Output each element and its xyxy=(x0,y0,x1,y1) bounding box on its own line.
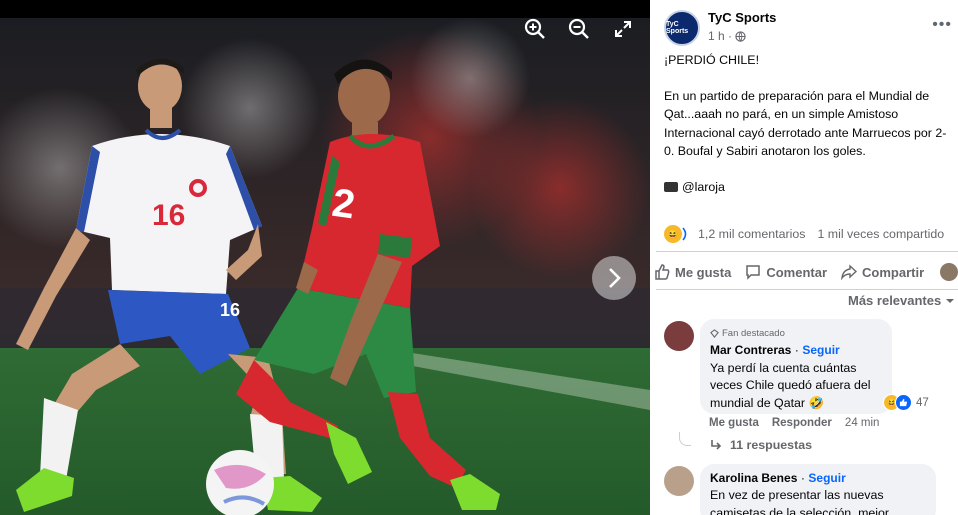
thread-line xyxy=(679,432,691,446)
view-replies-button[interactable]: 11 respuestas xyxy=(710,438,812,452)
zoom-out-icon[interactable] xyxy=(564,14,594,44)
more-options-icon[interactable]: ••• xyxy=(932,16,952,34)
badge-label: Fan destacado xyxy=(722,328,785,339)
laughing-emoji-icon: 🤣 xyxy=(808,395,824,410)
comment-label: Comentar xyxy=(766,264,828,280)
comment-icon xyxy=(746,265,761,280)
comment-text: En vez de presentar las nuevas camisetas… xyxy=(710,488,890,515)
post-headline: ¡PERDIÓ CHILE! xyxy=(664,53,760,67)
replies-count: 11 respuestas xyxy=(730,438,812,452)
comment-author[interactable]: Karolina Benes xyxy=(710,471,797,485)
comment-bubble: Fan destacado Mar Contreras · Seguir Ya … xyxy=(700,319,892,414)
actor-avatar[interactable] xyxy=(940,263,958,281)
comment-text-body: Ya perdí la cuenta cuántas veces Chile q… xyxy=(710,360,871,410)
comment-time[interactable]: 24 min xyxy=(845,417,880,429)
post-stats: 😆 1,2 mil comentarios 1 mil veces compar… xyxy=(664,223,958,245)
comment-bubble: Karolina Benes · Seguir En vez de presen… xyxy=(700,464,936,515)
reply-arrow-icon xyxy=(711,440,722,450)
photo-viewer: 16 16 2 xyxy=(0,0,650,515)
divider xyxy=(656,251,958,252)
comment-author[interactable]: Mar Contreras xyxy=(710,343,791,357)
next-photo-button[interactable] xyxy=(592,256,636,300)
match-photo: 16 16 2 xyxy=(0,18,650,515)
follow-button[interactable]: Seguir xyxy=(808,471,845,485)
post-meta: 1 h · xyxy=(708,29,746,43)
svg-text:16: 16 xyxy=(220,300,240,320)
like-icon xyxy=(655,264,670,280)
soccer-ball xyxy=(206,450,274,515)
chevron-right-icon xyxy=(609,268,621,288)
post-credit-line: @laroja xyxy=(664,178,952,197)
share-icon xyxy=(841,264,858,280)
divider xyxy=(656,289,958,290)
page-avatar[interactable]: TyC Sports xyxy=(664,10,700,46)
like-button[interactable]: Me gusta xyxy=(654,264,731,280)
camera-icon xyxy=(664,181,678,192)
reaction-count: 47 xyxy=(916,396,929,409)
shares-count[interactable]: 1 mil veces compartido xyxy=(817,227,944,241)
credit-link[interactable]: @laroja xyxy=(682,180,725,194)
post-time[interactable]: 1 h · xyxy=(708,29,732,43)
page-logo-text: TyC Sports xyxy=(666,21,689,35)
post-body: ¡PERDIÓ CHILE! En un partido de preparac… xyxy=(664,51,952,214)
share-label: Compartir xyxy=(862,264,925,280)
comment-reactions[interactable]: 😆 47 xyxy=(883,394,929,411)
comment-avatar[interactable] xyxy=(664,466,694,496)
comment-reply-button[interactable]: Responder xyxy=(772,417,832,429)
chevron-down-icon xyxy=(946,298,955,303)
globe-icon xyxy=(735,30,746,42)
comment-like-button[interactable]: Me gusta xyxy=(709,417,759,429)
comment-avatar[interactable] xyxy=(664,321,694,351)
page-name[interactable]: TyC Sports xyxy=(708,10,776,25)
follow-button[interactable]: Seguir xyxy=(802,343,839,357)
like-label: Me gusta xyxy=(675,264,732,280)
post-header: TyC Sports TyC Sports 1 h · ••• xyxy=(664,8,958,48)
fan-badge: Fan destacado xyxy=(710,325,882,342)
zoom-in-icon[interactable] xyxy=(520,14,550,44)
comment-sort-dropdown[interactable]: Más relevantes xyxy=(848,293,955,308)
comment-actions: Me gusta Responder 24 min xyxy=(709,417,879,429)
comments-count[interactable]: 1,2 mil comentarios xyxy=(698,227,805,241)
like-reaction-icon xyxy=(895,394,912,411)
share-button[interactable]: Compartir xyxy=(841,264,924,280)
post-actions: Me gusta Comentar Compartir xyxy=(654,259,958,285)
photo-controls xyxy=(520,14,638,44)
comment-button[interactable]: Comentar xyxy=(745,264,827,280)
post-paragraph: En un partido de preparación para el Mun… xyxy=(664,88,947,159)
diamond-badge-icon xyxy=(710,329,719,339)
reaction-edge-icon xyxy=(682,227,687,241)
sort-label: Más relevantes xyxy=(848,293,942,308)
fullscreen-icon[interactable] xyxy=(608,14,638,44)
svg-text:16: 16 xyxy=(152,199,185,232)
comment-text: Ya perdí la cuenta cuántas veces Chile q… xyxy=(710,360,882,412)
haha-reaction-icon[interactable]: 😆 xyxy=(664,225,682,243)
